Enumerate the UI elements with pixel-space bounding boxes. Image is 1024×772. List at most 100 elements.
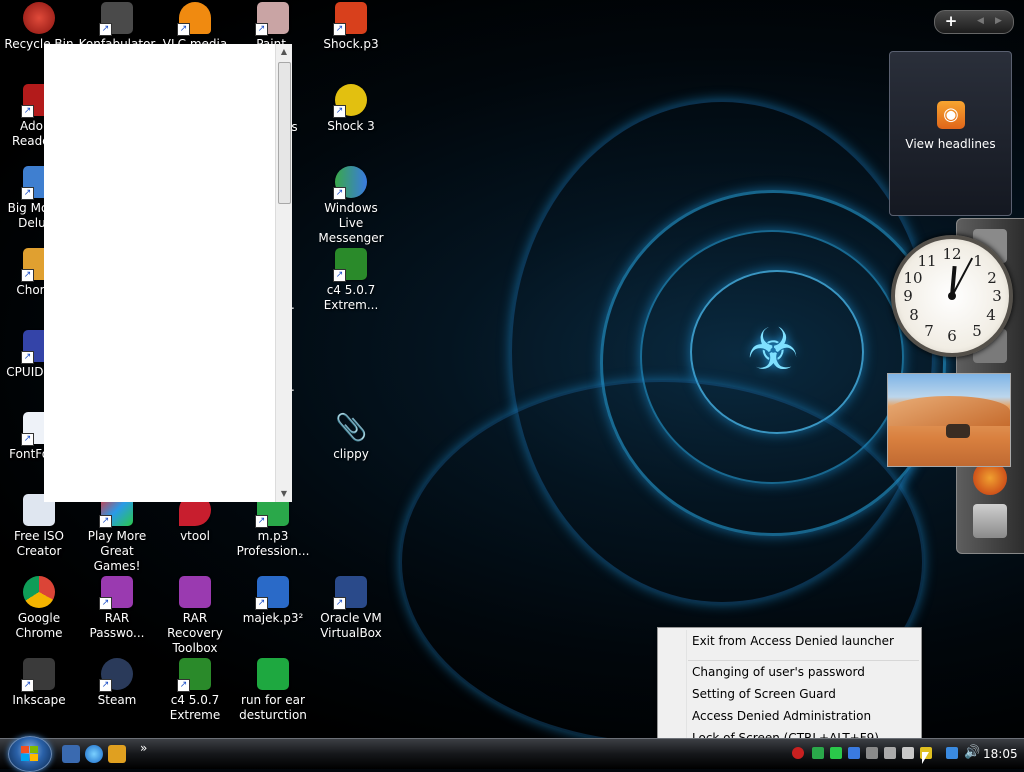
menu-gutter [686, 630, 687, 748]
vertical-scrollbar[interactable]: ▲ ▼ [275, 44, 292, 502]
media-player-icon: ↗ [255, 576, 289, 610]
icon-label: vtool [180, 529, 210, 543]
start-button[interactable] [8, 736, 52, 772]
tray-context-menu: Exit from Access Denied launcher Changin… [657, 627, 922, 751]
next-page-icon[interactable]: ▶ [995, 13, 1002, 29]
shortcut-arrow-icon: ↗ [21, 269, 34, 282]
trash-icon[interactable] [973, 504, 1007, 538]
icon-label: c4 5.0.7 Extreme [169, 693, 221, 722]
steam-icon: ↗ [99, 658, 133, 692]
konfabulator-icon: ↗ [99, 2, 133, 36]
scroll-thumb[interactable] [278, 62, 291, 204]
media-player-icon[interactable] [108, 745, 126, 763]
rar-password-shortcut[interactable]: ↗ RAR Passwo... [78, 576, 156, 641]
majek-shortcut[interactable]: ↗ majek.p3² [234, 576, 312, 626]
biohazard-icon: ☣ [747, 315, 799, 383]
c4-extreme-shortcut[interactable]: ↗ c4 5.0.7 Extreme [156, 658, 234, 723]
clock-gadget[interactable]: 12 1 2 3 4 5 6 7 8 9 10 11 [891, 235, 1013, 357]
taskbar: » 🔊 18:05 [0, 736, 1024, 772]
play-more-games-shortcut[interactable]: ↗ Play More Great Games! [78, 494, 156, 574]
prev-page-icon[interactable]: ◀ [977, 13, 984, 29]
taskbar-clock[interactable]: 18:05 [983, 747, 1018, 761]
internet-explorer-icon[interactable] [85, 745, 103, 763]
feed-headlines-gadget[interactable]: ◉ View headlines [889, 51, 1012, 216]
rar-recovery-toolbox[interactable]: RAR Recovery Toolbox [156, 576, 234, 656]
run-for-ear-destruction[interactable]: run for ear desturction [234, 658, 312, 723]
shortcut-arrow-icon: ↗ [333, 269, 346, 282]
view-headlines-link[interactable]: View headlines [890, 137, 1011, 151]
tray-blue-icon[interactable] [848, 747, 860, 759]
shock-p3-shortcut[interactable]: ↗ Shock.p3 [312, 2, 390, 52]
menu-item-exit-launcher[interactable]: Exit from Access Denied launcher [692, 631, 894, 651]
mp3-professional-shortcut[interactable]: ↗ m.p3 Profession... [234, 494, 312, 559]
icon-label: Shock.p3 [323, 37, 379, 51]
shortcut-arrow-icon: ↗ [99, 23, 112, 36]
menu-item-screen-guard[interactable]: Setting of Screen Guard [692, 684, 836, 704]
tray-icon[interactable] [902, 747, 914, 759]
shortcut-arrow-icon: ↗ [21, 679, 34, 692]
icon-label: Inkscape [12, 693, 66, 707]
clock-number: 10 [903, 269, 923, 287]
antivirus-icon[interactable] [792, 747, 804, 759]
tray-green-icon[interactable] [830, 747, 842, 759]
clock-center-dot [948, 292, 956, 300]
tray-icon[interactable] [866, 747, 878, 759]
icon-label: Google Chrome [15, 611, 63, 640]
clock-number: 7 [924, 322, 934, 340]
show-desktop-icon[interactable] [62, 745, 80, 763]
steam-shortcut[interactable]: ↗ Steam [78, 658, 156, 708]
windows-flag-icon [21, 746, 39, 762]
shortcut-arrow-icon: ↗ [177, 23, 190, 36]
volume-icon[interactable]: 🔊 [964, 745, 980, 760]
icon-label: m.p3 Profession... [236, 529, 310, 558]
inkscape-shortcut[interactable]: ↗ Inkscape [0, 658, 78, 708]
oracle-virtualbox[interactable]: ↗ Oracle VM VirtualBox [312, 576, 390, 641]
free-iso-creator[interactable]: Free ISO Creator [0, 494, 78, 559]
shortcut-arrow-icon: ↗ [255, 515, 268, 528]
clock-number: 11 [917, 252, 937, 270]
icon-label: Windows Live Messenger [318, 201, 384, 245]
menu-item-administration[interactable]: Access Denied Administration [692, 706, 871, 726]
icon-label: Shock 3 [327, 119, 375, 133]
icon-label: Play More Great Games! [87, 529, 147, 573]
google-chrome[interactable]: Google Chrome [0, 576, 78, 641]
c4-extreme-2-shortcut[interactable]: ↗ c4 5.0.7 Extrem... [312, 248, 390, 313]
shortcut-arrow-icon: ↗ [333, 105, 346, 118]
shortcut-arrow-icon: ↗ [99, 597, 112, 610]
green-game-icon [257, 658, 289, 690]
add-gadget-button[interactable]: + [941, 12, 961, 30]
slideshow-gadget[interactable] [887, 373, 1011, 467]
rar-password-icon: ↗ [99, 576, 133, 610]
shortcut-arrow-icon: ↗ [21, 351, 34, 364]
shortcut-arrow-icon: ↗ [255, 597, 268, 610]
menu-item-change-password[interactable]: Changing of user's password [692, 662, 865, 682]
scroll-up-arrow-icon[interactable]: ▲ [276, 44, 292, 60]
clock-number: 6 [947, 327, 957, 345]
rss-icon: ◉ [937, 101, 965, 129]
vlc-cone-icon: ↗ [177, 2, 211, 36]
windows-live-messenger[interactable]: ↗ Windows Live Messenger [312, 166, 390, 246]
icon-label: RAR Passwo... [89, 611, 145, 640]
tray-icon[interactable] [884, 747, 896, 759]
c4-icon: ↗ [177, 658, 211, 692]
shock-p3-icon: ↗ [333, 2, 367, 36]
shortcut-arrow-icon: ↗ [21, 105, 34, 118]
blank-window[interactable]: ▲ ▼ [44, 44, 292, 502]
messenger-icon: ↗ [333, 166, 367, 200]
network-icon[interactable] [946, 747, 958, 759]
icon-label: clippy [333, 447, 369, 461]
clock-number: 5 [972, 322, 982, 340]
menu-separator [688, 660, 919, 661]
shortcut-arrow-icon: ↗ [21, 433, 34, 446]
shortcut-arrow-icon: ↗ [99, 515, 112, 528]
shock-3-shortcut[interactable]: ↗ Shock 3 [312, 84, 390, 134]
shortcut-arrow-icon: ↗ [333, 23, 346, 36]
oryx-image [946, 424, 970, 438]
quicklaunch-more-button[interactable]: » [140, 741, 147, 755]
tray-green-icon[interactable] [812, 747, 824, 759]
clippy[interactable]: 📎 clippy [312, 412, 390, 462]
shortcut-arrow-icon: ↗ [99, 679, 112, 692]
icon-label: RAR Recovery Toolbox [167, 611, 223, 655]
scroll-down-arrow-icon[interactable]: ▼ [276, 486, 292, 502]
paperclip-icon: 📎 [335, 413, 368, 443]
